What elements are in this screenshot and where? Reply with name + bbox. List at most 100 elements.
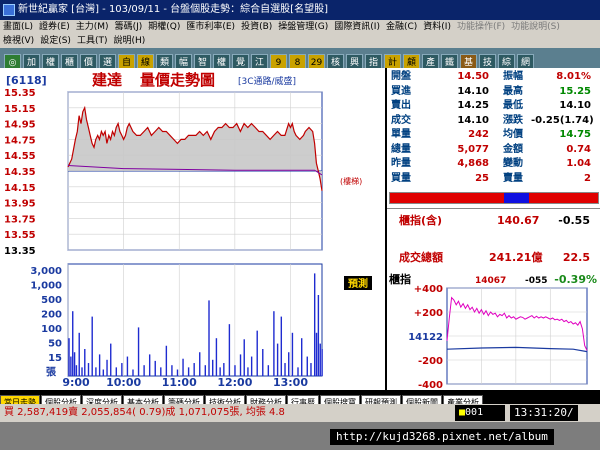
menu-item-9[interactable]: 金融(C)	[386, 20, 417, 34]
toolbar-button-22[interactable]: 產	[422, 54, 439, 68]
quote-l1: 昨量	[391, 158, 411, 169]
toolbar-button-23[interactable]: 鐵	[441, 54, 458, 68]
toolbar-button-9[interactable]: 幅	[175, 54, 192, 68]
menu-item-5[interactable]: 匯市利率(E)	[186, 20, 235, 34]
toolbar-button-6[interactable]: 自	[118, 54, 135, 68]
menu-item-6[interactable]: 投資(B)	[241, 20, 272, 34]
toolbar-button-1[interactable]: 加	[23, 54, 40, 68]
toolbar-button-3[interactable]: 櫃	[61, 54, 78, 68]
toolbar-button-27[interactable]: 網	[517, 54, 534, 68]
otc-index-mini-chart[interactable]: 櫃指 14067 -055 -0.39% +400 +200 14122 -200 -4…	[387, 270, 600, 390]
toolbar-button-10[interactable]: 智	[194, 54, 211, 68]
volume-bar	[84, 349, 86, 376]
volume-bar	[306, 356, 308, 376]
toolbar-button-11[interactable]: 權	[213, 54, 230, 68]
tab-0[interactable]: 當日走勢	[0, 395, 40, 404]
tab-8[interactable]: 個股搜寶	[320, 395, 360, 404]
time-tick-label: 9:00	[62, 376, 90, 389]
toolbar-button-16[interactable]: 29	[308, 54, 325, 68]
volume-bar	[137, 327, 140, 376]
menu-item-10[interactable]: 資料(I)	[423, 20, 451, 34]
tab-7[interactable]: 行事曆	[287, 395, 319, 404]
forecast-button[interactable]: 預測	[348, 277, 368, 290]
menu-item-4[interactable]: 期權(Q)	[148, 20, 180, 34]
mini-chart-title: 櫃指	[389, 272, 411, 286]
quote-v2: 1.04	[566, 158, 591, 169]
quick-toolbar: ◎ 加權櫃價選自線類幅智權覺江 9 8 29 核興指計顧產鐵基技綜網	[0, 48, 600, 68]
volume-bar	[121, 363, 123, 376]
menu-item-12[interactable]: 功能說明(S)	[511, 20, 560, 34]
tab-6[interactable]: 財務分析	[246, 395, 286, 404]
volume-bar	[212, 359, 214, 376]
toolbar-button-4[interactable]: 價	[80, 54, 97, 68]
tab-9[interactable]: 研報預測	[361, 395, 401, 404]
tab-10[interactable]: 個股新聞	[402, 395, 442, 404]
menu-item-0[interactable]: 畫面(L)	[3, 20, 33, 34]
toolbar-button-18[interactable]: 興	[346, 54, 363, 68]
menu-item-3[interactable]: 籌碼(J)	[115, 20, 143, 34]
tab-3[interactable]: 基本分析	[123, 395, 163, 404]
market-summary: 買 2,587,419賣 2,055,854( 0.79)成 1,071,075…	[4, 407, 285, 418]
toolbar-button-0[interactable]: ◎	[4, 54, 21, 68]
mini-tick-label: +400	[414, 284, 443, 295]
price-volume-chart[interactable]: [6118] 建達 量價走勢圖 [3C通路/威盛] 15.35 15.15 14.9…	[0, 68, 385, 390]
menu-item-2[interactable]: 主力(M)	[76, 20, 109, 34]
toolbar-button-15[interactable]: 8	[289, 54, 306, 68]
tab-2[interactable]: 深度分析	[82, 395, 122, 404]
volume-bar	[81, 367, 83, 376]
menu2-item-0[interactable]: 檢視(V)	[3, 34, 34, 48]
toolbar-button-26[interactable]: 綜	[498, 54, 515, 68]
price-tick-label: 13.75	[4, 214, 36, 225]
tab-11[interactable]: 產業分析	[443, 395, 483, 404]
volume-bar	[115, 367, 118, 376]
volume-bar	[262, 349, 264, 376]
toolbar-button-17[interactable]: 核	[327, 54, 344, 68]
price-tick-label: 13.55	[4, 230, 36, 241]
toolbar-button-2[interactable]: 權	[42, 54, 59, 68]
toolbar-button-7[interactable]: 線	[137, 54, 154, 68]
otc-index-row: 櫃指(含) 140.67 -0.55	[387, 208, 600, 232]
toolbar-button-21[interactable]: 顧	[403, 54, 420, 68]
menu-item-7[interactable]: 操盤管理(G)	[278, 20, 328, 34]
menu2-item-2[interactable]: 工具(T)	[77, 34, 108, 48]
tab-1[interactable]: 個股分析	[41, 395, 81, 404]
volume-tick-label: 1,000	[30, 281, 62, 292]
volume-bar	[154, 360, 156, 376]
volume-bar	[256, 330, 258, 376]
toolbar-button-24[interactable]: 基	[460, 54, 477, 68]
volume-bar	[301, 338, 303, 376]
price-tick-label: 14.15	[4, 183, 36, 194]
toolbar-button-5[interactable]: 選	[99, 54, 116, 68]
volume-bar	[95, 367, 97, 376]
volume-bar	[171, 365, 173, 376]
clock: 13:31:20/	[510, 405, 578, 421]
window-titlebar: 新世紀贏家 [台灣] - 103/09/11 - 台盤個股走勢：綜合自選股[名望…	[0, 0, 600, 20]
code-input-box[interactable]: ■001	[455, 405, 505, 421]
toolbar-button-20[interactable]: 計	[384, 54, 401, 68]
toolbar-button-19[interactable]: 指	[365, 54, 382, 68]
tab-4[interactable]: 籌碼分析	[164, 395, 204, 404]
menu2-item-1[interactable]: 設定(S)	[40, 34, 71, 48]
volume-bar	[208, 300, 210, 376]
otc-total-row: 成交總額 241.21億 22.5	[387, 246, 600, 270]
menu-item-1[interactable]: 證券(E)	[39, 20, 70, 34]
toolbar-button-25[interactable]: 技	[479, 54, 496, 68]
quote-l2: 振幅	[503, 71, 523, 82]
menu-item-11[interactable]: 功能操作(F)	[457, 20, 505, 34]
volume-bar	[239, 354, 242, 376]
volume-bar	[73, 352, 76, 376]
quote-l1: 賣出	[391, 100, 411, 111]
menu-item-8[interactable]: 國際資訊(I)	[334, 20, 380, 34]
mini-chart-change: -055	[525, 276, 548, 286]
toolbar-button-13[interactable]: 江	[251, 54, 268, 68]
menu2-item-3[interactable]: 說明(H)	[113, 34, 145, 48]
toolbar-button-8[interactable]: 類	[156, 54, 173, 68]
toolbar-button-14[interactable]: 9	[270, 54, 287, 68]
volume-bar	[160, 367, 162, 376]
price-tick-label: 14.95	[4, 120, 36, 131]
price-tick-label: 13.95	[4, 199, 36, 210]
time-tick-label: 13:00	[273, 376, 308, 389]
quote-v2: -0.25(1.74)	[531, 114, 594, 126]
toolbar-button-12[interactable]: 覺	[232, 54, 249, 68]
tab-5[interactable]: 技術分析	[205, 395, 245, 404]
